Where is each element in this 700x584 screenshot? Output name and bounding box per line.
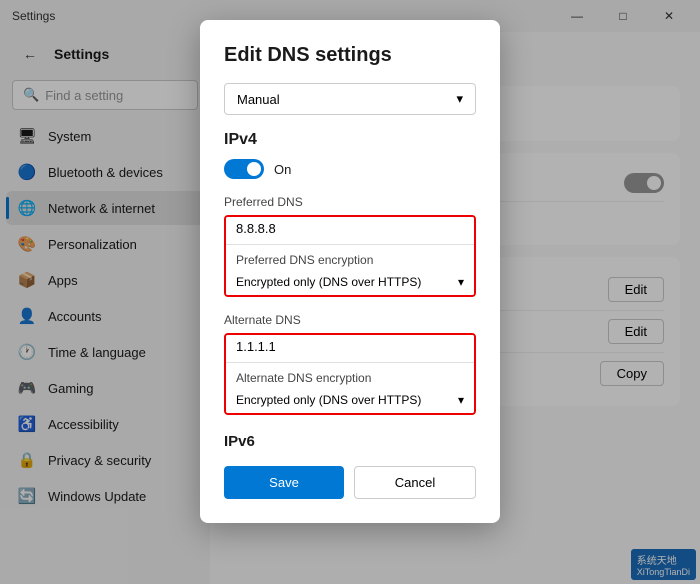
modal-footer: Save Cancel [224, 466, 476, 499]
preferred-dns-input[interactable] [226, 217, 474, 245]
preferred-encryption-chevron-icon: ▾ [458, 275, 464, 289]
alternate-encryption-value: Encrypted only (DNS over HTTPS) [236, 393, 421, 407]
ipv4-title: IPv4 [224, 131, 476, 149]
ipv6-title: IPv6 [224, 429, 476, 450]
modal-overlay: Edit DNS settings Manual ▾ IPv4 On Prefe… [0, 0, 700, 584]
ipv4-toggle-row: On [224, 159, 476, 179]
mode-dropdown[interactable]: Manual ▾ [224, 83, 476, 115]
edit-dns-modal: Edit DNS settings Manual ▾ IPv4 On Prefe… [200, 20, 500, 523]
preferred-dns-group: Preferred DNS encryption Encrypted only … [224, 215, 476, 297]
alternate-encryption-dropdown[interactable]: Encrypted only (DNS over HTTPS) ▾ [226, 387, 474, 413]
cancel-button[interactable]: Cancel [354, 466, 476, 499]
alternate-encryption-label: Alternate DNS encryption [226, 363, 474, 387]
mode-dropdown-label: Manual [237, 92, 280, 107]
alternate-dns-input[interactable] [226, 335, 474, 363]
dropdown-chevron-icon: ▾ [456, 91, 463, 107]
modal-title: Edit DNS settings [224, 44, 476, 67]
save-button[interactable]: Save [224, 466, 344, 499]
alternate-dns-label: Alternate DNS [224, 311, 476, 329]
alternate-encryption-chevron-icon: ▾ [458, 393, 464, 407]
alternate-dns-group: Alternate DNS encryption Encrypted only … [224, 333, 476, 415]
preferred-encryption-value: Encrypted only (DNS over HTTPS) [236, 275, 421, 289]
preferred-encryption-dropdown[interactable]: Encrypted only (DNS over HTTPS) ▾ [226, 269, 474, 295]
preferred-dns-label: Preferred DNS [224, 193, 476, 211]
ipv4-toggle[interactable] [224, 159, 264, 179]
ipv4-toggle-label: On [274, 162, 291, 177]
preferred-encryption-label: Preferred DNS encryption [226, 245, 474, 269]
